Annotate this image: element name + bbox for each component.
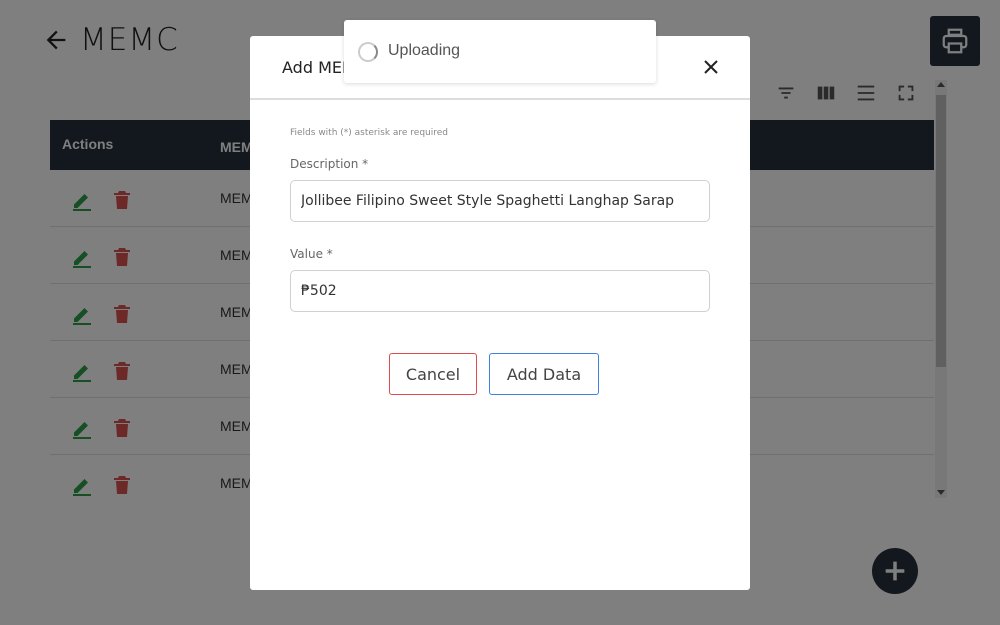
add-memc-dialog: Add MEMC Fields with (*) asterisk are re… xyxy=(250,36,750,590)
description-label: Description * xyxy=(290,157,369,171)
value-label: Value * xyxy=(290,247,333,261)
toast-message: Uploading xyxy=(388,42,461,59)
value-input[interactable] xyxy=(290,270,710,312)
required-fields-note: Fields with (*) asterisk are required xyxy=(290,128,449,138)
close-icon[interactable] xyxy=(702,58,720,76)
uploading-toast: Uploading xyxy=(344,20,656,83)
loading-spinner-icon xyxy=(358,42,378,62)
description-input[interactable] xyxy=(290,180,710,222)
cancel-button[interactable]: Cancel xyxy=(389,353,477,395)
add-data-button[interactable]: Add Data xyxy=(489,353,599,395)
